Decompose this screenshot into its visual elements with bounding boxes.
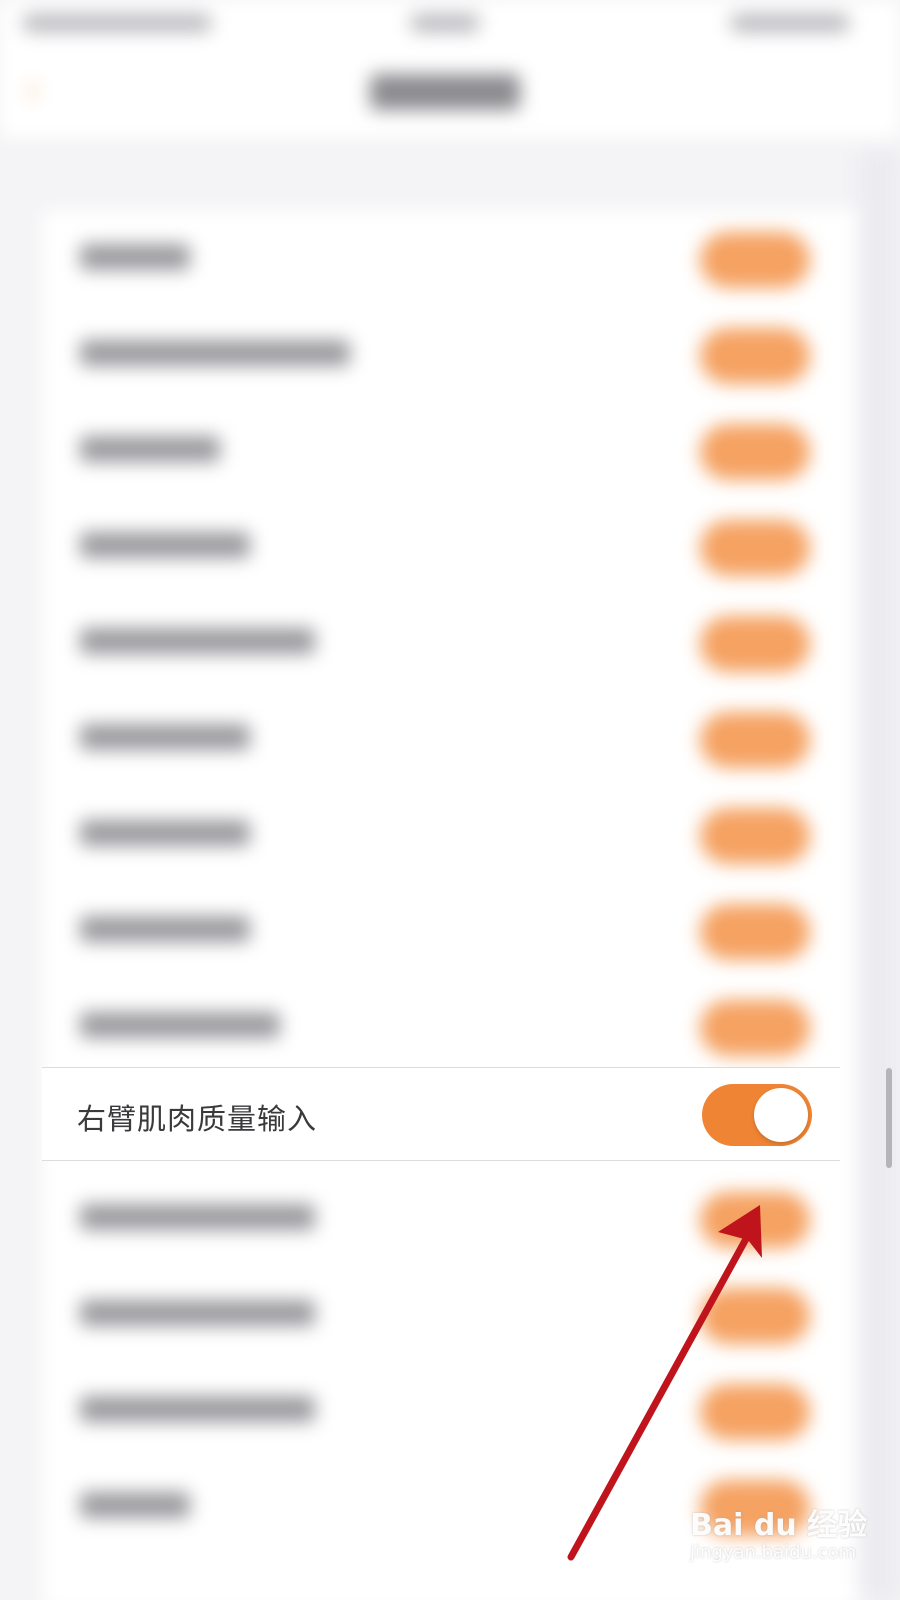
toggle-switch[interactable] bbox=[700, 808, 810, 864]
scrollbar[interactable] bbox=[886, 1068, 892, 1168]
setting-row-right-arm-muscle-mass[interactable]: 右臂肌肉质量输入 bbox=[42, 1067, 840, 1161]
settings-list bbox=[42, 210, 858, 1600]
list-item[interactable] bbox=[42, 786, 858, 882]
right-arm-muscle-mass-toggle[interactable] bbox=[702, 1084, 812, 1146]
blurred-background: ‹ bbox=[0, 0, 900, 1600]
navigation-bar: ‹ bbox=[0, 48, 900, 138]
toggle-switch[interactable] bbox=[700, 520, 810, 576]
list-item[interactable] bbox=[42, 978, 858, 1074]
page-title bbox=[370, 74, 520, 110]
baidu-jingyan-watermark: Bai du 经验 jingyan.baidu.com bbox=[690, 1500, 890, 1590]
list-item[interactable] bbox=[42, 690, 858, 786]
toggle-switch[interactable] bbox=[700, 616, 810, 672]
list-item[interactable] bbox=[42, 306, 858, 402]
toggle-switch[interactable] bbox=[700, 904, 810, 960]
toggle-switch[interactable] bbox=[700, 1288, 810, 1344]
toggle-switch[interactable] bbox=[700, 328, 810, 384]
list-item[interactable] bbox=[42, 210, 858, 306]
toggle-knob[interactable] bbox=[754, 1088, 808, 1142]
toggle-switch[interactable] bbox=[700, 1192, 810, 1248]
list-item[interactable] bbox=[42, 1266, 858, 1362]
toggle-switch[interactable] bbox=[700, 712, 810, 768]
toggle-switch[interactable] bbox=[700, 1000, 810, 1056]
toggle-switch[interactable] bbox=[700, 424, 810, 480]
list-item[interactable] bbox=[42, 1170, 858, 1266]
list-item[interactable] bbox=[42, 882, 858, 978]
toggle-switch[interactable] bbox=[700, 232, 810, 288]
list-item[interactable] bbox=[42, 498, 858, 594]
setting-label: 右臂肌肉质量输入 bbox=[77, 1102, 318, 1136]
scroll-gutter bbox=[858, 150, 900, 1600]
watermark-brand: Bai du 经验 bbox=[690, 1508, 868, 1543]
toggle-switch[interactable] bbox=[700, 1384, 810, 1440]
watermark-url: jingyan.baidu.com bbox=[690, 1542, 857, 1563]
list-item[interactable] bbox=[42, 1362, 858, 1458]
list-item[interactable] bbox=[42, 402, 858, 498]
phone-screen: ‹ 右臂肌肉质量输入 Bai du 经验 jingyan.baidu.com bbox=[0, 0, 900, 1600]
back-arrow-icon[interactable]: ‹ bbox=[26, 72, 54, 108]
list-item[interactable] bbox=[42, 594, 858, 690]
status-bar bbox=[0, 0, 900, 48]
